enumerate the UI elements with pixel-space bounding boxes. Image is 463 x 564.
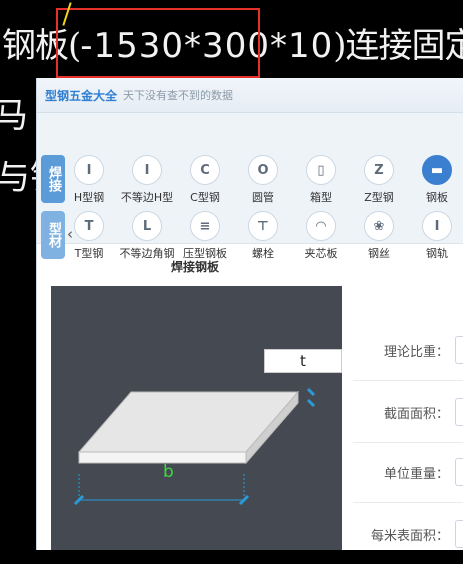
- unequal-h-icon: I: [132, 155, 162, 185]
- t-tick-mark: [306, 398, 316, 408]
- bolt-icon: ⊤: [248, 211, 278, 241]
- section-button[interactable]: I 钢轨: [408, 211, 463, 261]
- section-button-label: 夹芯板: [304, 247, 338, 260]
- section-button[interactable]: ◠ 夹芯板: [292, 211, 350, 261]
- section-button-label: 圆管: [252, 191, 274, 204]
- section-button[interactable]: O 圆管: [234, 155, 292, 205]
- b-dimension-label: b: [163, 462, 174, 482]
- prop-section-area-label: 截面面积：: [383, 406, 449, 422]
- prop-surface-area-label: 每米表面积：: [370, 528, 449, 544]
- section-button-label: Z型钢: [364, 191, 394, 204]
- highlight-box: [56, 8, 260, 78]
- panel-title: 焊接钢板: [171, 260, 220, 274]
- z-section-icon: Z: [364, 155, 394, 185]
- t-dimension-label: t: [264, 349, 342, 373]
- rail-icon: I: [422, 211, 452, 241]
- prop-density-field[interactable]: [455, 336, 463, 364]
- unequal-angle-icon: L: [132, 211, 162, 241]
- corrugated-plate-icon: ≡: [190, 211, 220, 241]
- prop-unit-weight: 单位重量：: [353, 442, 463, 503]
- section-button-label: 螺栓: [252, 247, 274, 260]
- t-tick-mark: [306, 387, 316, 397]
- app-name: 型钢五金大全: [45, 88, 118, 103]
- c-channel-icon: C: [190, 155, 220, 185]
- prop-section-area-field[interactable]: [455, 398, 463, 426]
- plate-diagram: b: [51, 286, 342, 550]
- t-beam-icon: T: [74, 211, 104, 241]
- section-button[interactable]: ▬ 钢板: [408, 155, 463, 205]
- section-button-label: T型钢: [74, 247, 104, 260]
- section-button-label: 钢丝: [368, 247, 390, 260]
- steel-wire-icon: ❀: [364, 211, 394, 241]
- section-button[interactable]: I 不等边H型: [118, 155, 176, 205]
- section-button-label: 钢轨: [426, 247, 448, 260]
- title-bar: 型钢五金大全 天下没有查不到的数据: [37, 78, 463, 113]
- section-button-label: C型钢: [190, 191, 220, 204]
- section-button[interactable]: I H型钢: [60, 155, 118, 205]
- section-button[interactable]: ≡ 压型钢板: [176, 211, 234, 261]
- steel-plate-icon: ▬: [422, 155, 452, 185]
- cad-text-suffix: )连接固定: [333, 26, 463, 66]
- round-tube-icon: O: [248, 155, 278, 185]
- section-button[interactable]: T T型钢: [60, 211, 118, 261]
- section-button-label: 不等边H型: [120, 191, 174, 204]
- plate-top-face: [77, 391, 300, 453]
- prop-density: 理论比重：: [353, 320, 463, 381]
- prop-unit-weight-field[interactable]: [455, 458, 463, 486]
- prop-density-label: 理论比重：: [383, 344, 449, 360]
- app-slogan: 天下没有查不到的数据: [123, 89, 234, 102]
- section-button[interactable]: L 不等边角钢: [118, 211, 176, 261]
- cad-text-fragment: 马: [0, 96, 28, 136]
- section-button[interactable]: C C型钢: [176, 155, 234, 205]
- h-beam-icon: I: [74, 155, 104, 185]
- section-button[interactable]: ❀ 钢丝: [350, 211, 408, 261]
- section-toolbar: 焊接 型材 ‹ I H型钢 I 不等边H型 C C型钢 O 圆管 ▯ 箱型 Z Z型钢 ▬ 钢板 T T型钢 L…: [37, 113, 463, 260]
- prop-surface-area: 每米表面积：: [353, 504, 463, 564]
- section-button-label: 箱型: [310, 191, 332, 204]
- section-button-label: 不等边角钢: [119, 247, 175, 260]
- section-button[interactable]: Z Z型钢: [350, 155, 408, 205]
- section-button-label: H型钢: [73, 191, 105, 204]
- section-button[interactable]: ⊤ 螺栓: [234, 211, 292, 261]
- sandwich-panel-icon: ◠: [306, 211, 336, 241]
- box-section-icon: ▯: [306, 155, 336, 185]
- app-window: 型钢五金大全 天下没有查不到的数据 焊接 型材 ‹ I H型钢 I 不等边H型 C C型钢…: [36, 78, 463, 550]
- section-button-label: 钢板: [426, 191, 448, 204]
- prop-unit-weight-label: 单位重量：: [383, 466, 449, 482]
- prop-surface-area-field[interactable]: [455, 520, 463, 548]
- plate-drawing: b: [73, 387, 316, 506]
- section-button[interactable]: ▯ 箱型: [292, 155, 350, 205]
- prop-section-area: 截面面积：: [353, 382, 463, 443]
